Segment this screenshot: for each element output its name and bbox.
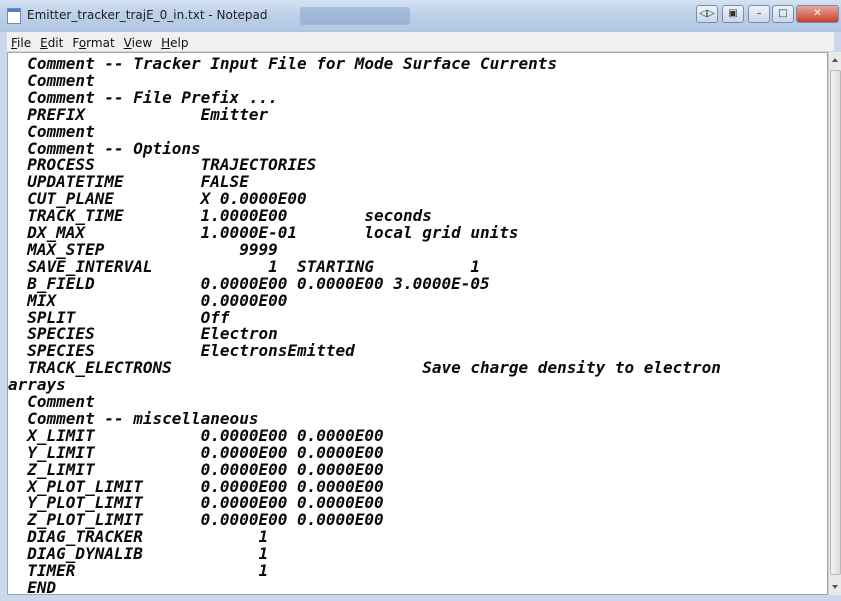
taskbar-preview xyxy=(300,7,410,25)
window-title: Emitter_tracker_trajE_0_in.txt - Notepad xyxy=(27,8,268,22)
extra-button-2[interactable]: ▣ xyxy=(722,5,744,23)
close-button[interactable]: ✕ xyxy=(796,5,839,23)
menu-file[interactable]: File xyxy=(7,34,36,50)
text-line: Y_LIMIT 0.0000E00 0.0000E00 xyxy=(8,442,384,462)
scroll-thumb[interactable] xyxy=(830,70,841,575)
text-line: MIX 0.0000E00 xyxy=(8,290,288,310)
extra-button-1[interactable]: ◁▷ xyxy=(696,5,718,23)
vertical-scrollbar[interactable] xyxy=(828,52,841,595)
menu-format[interactable]: Format xyxy=(68,34,119,50)
menu-view[interactable]: View xyxy=(120,34,157,50)
title-bar[interactable]: Emitter_tracker_trajE_0_in.txt - Notepad… xyxy=(0,0,841,32)
text-editor[interactable]: Comment -- Tracker Input File for Mode S… xyxy=(7,52,828,595)
maximize-button[interactable]: □ xyxy=(772,5,794,23)
text-line: PREFIX Emitter xyxy=(8,104,269,124)
text-line: END xyxy=(8,577,57,595)
menu-help[interactable]: Help xyxy=(157,34,193,50)
scroll-down-icon[interactable] xyxy=(832,585,838,589)
scroll-up-icon[interactable] xyxy=(832,58,838,62)
text-line: TRACK_ELECTRONS Save charge density to e… xyxy=(8,358,721,378)
text-line: Comment xyxy=(8,121,95,141)
menu-bar: File Edit Format View Help xyxy=(7,32,834,52)
menu-edit[interactable]: Edit xyxy=(36,34,68,50)
text-line: B_FIELD 0.0000E00 0.0000E00 3.0000E-05 xyxy=(8,273,490,293)
minimize-button[interactable]: – xyxy=(748,5,770,23)
notepad-icon xyxy=(7,8,21,24)
text-line: Z_LIMIT 0.0000E00 0.0000E00 xyxy=(8,459,384,479)
